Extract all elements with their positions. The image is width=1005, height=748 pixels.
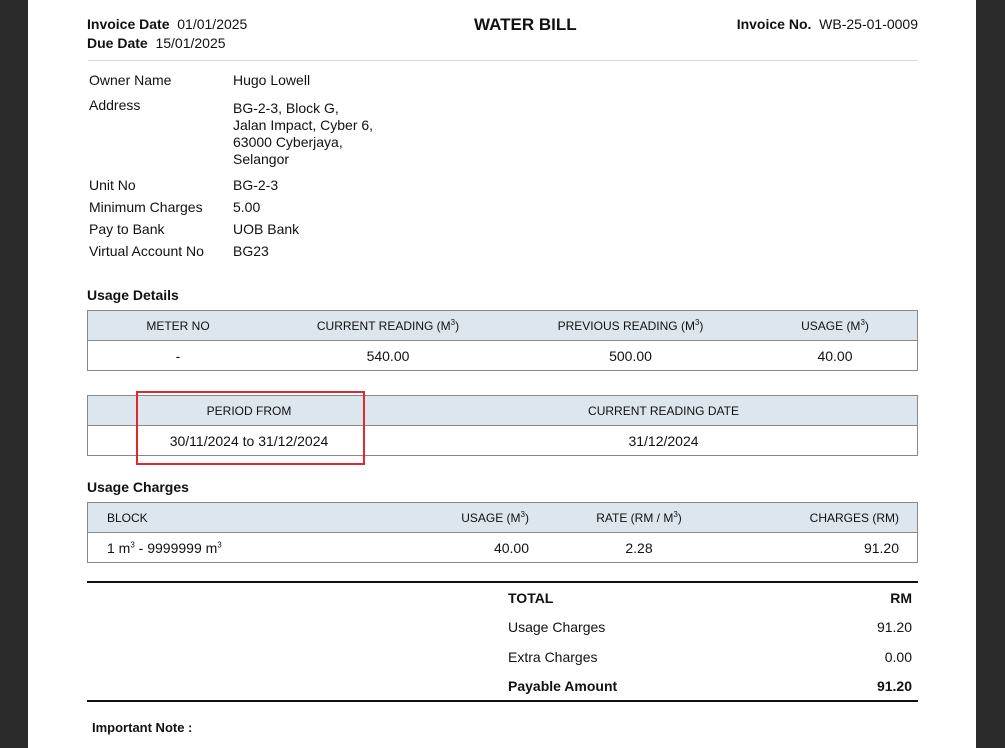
payable-amount-label: Payable Amount <box>508 678 618 694</box>
usage-charges-value: 91.20 <box>876 619 912 635</box>
address-line: Selangor <box>233 151 290 167</box>
cell-current-reading: 540.00 <box>268 340 508 371</box>
payable-amount-value: 91.20 <box>876 678 912 694</box>
table-header-row: METER NO CURRENT READING (M3) PREVIOUS R… <box>87 310 918 341</box>
total-label: TOTAL <box>508 590 554 606</box>
due-date-label: Due Date <box>87 35 148 51</box>
owner-name-label: Owner Name <box>89 72 172 88</box>
extra-charges-label: Extra Charges <box>508 649 598 665</box>
min-charges-value: 5.00 <box>233 199 261 215</box>
min-charges-label: Minimum Charges <box>89 199 203 215</box>
currency-label: RM <box>890 590 912 606</box>
totals-top-divider <box>87 581 918 583</box>
header-current-reading: CURRENT READING (M3) <box>268 310 508 341</box>
header-current-reading-date: CURRENT READING DATE <box>410 395 918 426</box>
cell-usage: 40.00 <box>427 532 539 563</box>
pay-to-bank-label: Pay to Bank <box>89 221 165 237</box>
owner-name-value: Hugo Lowell <box>233 72 311 88</box>
cell-meter-no: - <box>87 340 268 371</box>
table-row: - 540.00 500.00 40.00 <box>87 340 918 371</box>
header-meter-no: METER NO <box>87 310 268 341</box>
invoice-date-label: Invoice Date <box>87 16 170 32</box>
usage-charges-label: Usage Charges <box>508 619 606 635</box>
address-line: BG-2-3, Block G, <box>233 100 339 116</box>
header-block: BLOCK <box>87 502 427 533</box>
period-highlight-box <box>136 391 365 465</box>
cell-block: 1 m3 - 9999999 m3 <box>87 532 427 563</box>
header-rate: RATE (RM / M3) <box>539 502 739 533</box>
due-date: Due Date 15/01/2025 <box>87 35 226 51</box>
virtual-account-label: Virtual Account No <box>89 243 204 259</box>
invoice-number: Invoice No. WB-25-01-0009 <box>737 16 918 32</box>
usage-charges-title: Usage Charges <box>87 479 189 495</box>
invoice-page: Invoice Date 01/01/2025 Due Date 15/01/2… <box>28 0 976 748</box>
address-value: BG-2-3, Block G, Jalan Impact, Cyber 6, … <box>233 100 373 168</box>
address-label: Address <box>89 97 141 113</box>
address-line: 63000 Cyberjaya, <box>233 134 343 150</box>
unit-no-label: Unit No <box>89 177 136 193</box>
usage-details-table: METER NO CURRENT READING (M3) PREVIOUS R… <box>87 310 918 371</box>
header-previous-reading: PREVIOUS READING (M3) <box>508 310 753 341</box>
usage-details-title: Usage Details <box>87 287 179 303</box>
address-line: Jalan Impact, Cyber 6, <box>233 117 374 133</box>
table-row: 1 m3 - 9999999 m3 40.00 2.28 91.20 <box>87 532 918 563</box>
important-note-label: Important Note : <box>92 720 193 735</box>
cell-rate: 2.28 <box>539 532 739 563</box>
header-divider <box>88 60 918 61</box>
table-header-row: BLOCK USAGE (M3) RATE (RM / M3) CHARGES … <box>87 502 918 533</box>
extra-charges-value: 0.00 <box>884 649 912 665</box>
invoice-date: Invoice Date 01/01/2025 <box>87 16 247 32</box>
totals-bottom-divider <box>87 700 918 702</box>
header-usage: USAGE (M3) <box>753 310 918 341</box>
bill-title: WATER BILL <box>474 15 577 34</box>
pay-to-bank-value: UOB Bank <box>233 221 300 237</box>
usage-charges-table: BLOCK USAGE (M3) RATE (RM / M3) CHARGES … <box>87 502 918 563</box>
invoice-date-value: 01/01/2025 <box>177 16 248 32</box>
virtual-account-value: BG23 <box>233 243 269 259</box>
invoice-no-label: Invoice No. <box>736 16 812 32</box>
cell-previous-reading: 500.00 <box>508 340 753 371</box>
cell-usage: 40.00 <box>753 340 918 371</box>
invoice-no-value: WB-25-01-0009 <box>819 16 918 32</box>
unit-no-value: BG-2-3 <box>233 177 279 193</box>
header-usage: USAGE (M3) <box>427 502 539 533</box>
header-charges: CHARGES (RM) <box>739 502 918 533</box>
due-date-value: 15/01/2025 <box>155 35 226 51</box>
cell-charges: 91.20 <box>739 532 918 563</box>
cell-current-reading-date: 31/12/2024 <box>410 425 918 456</box>
